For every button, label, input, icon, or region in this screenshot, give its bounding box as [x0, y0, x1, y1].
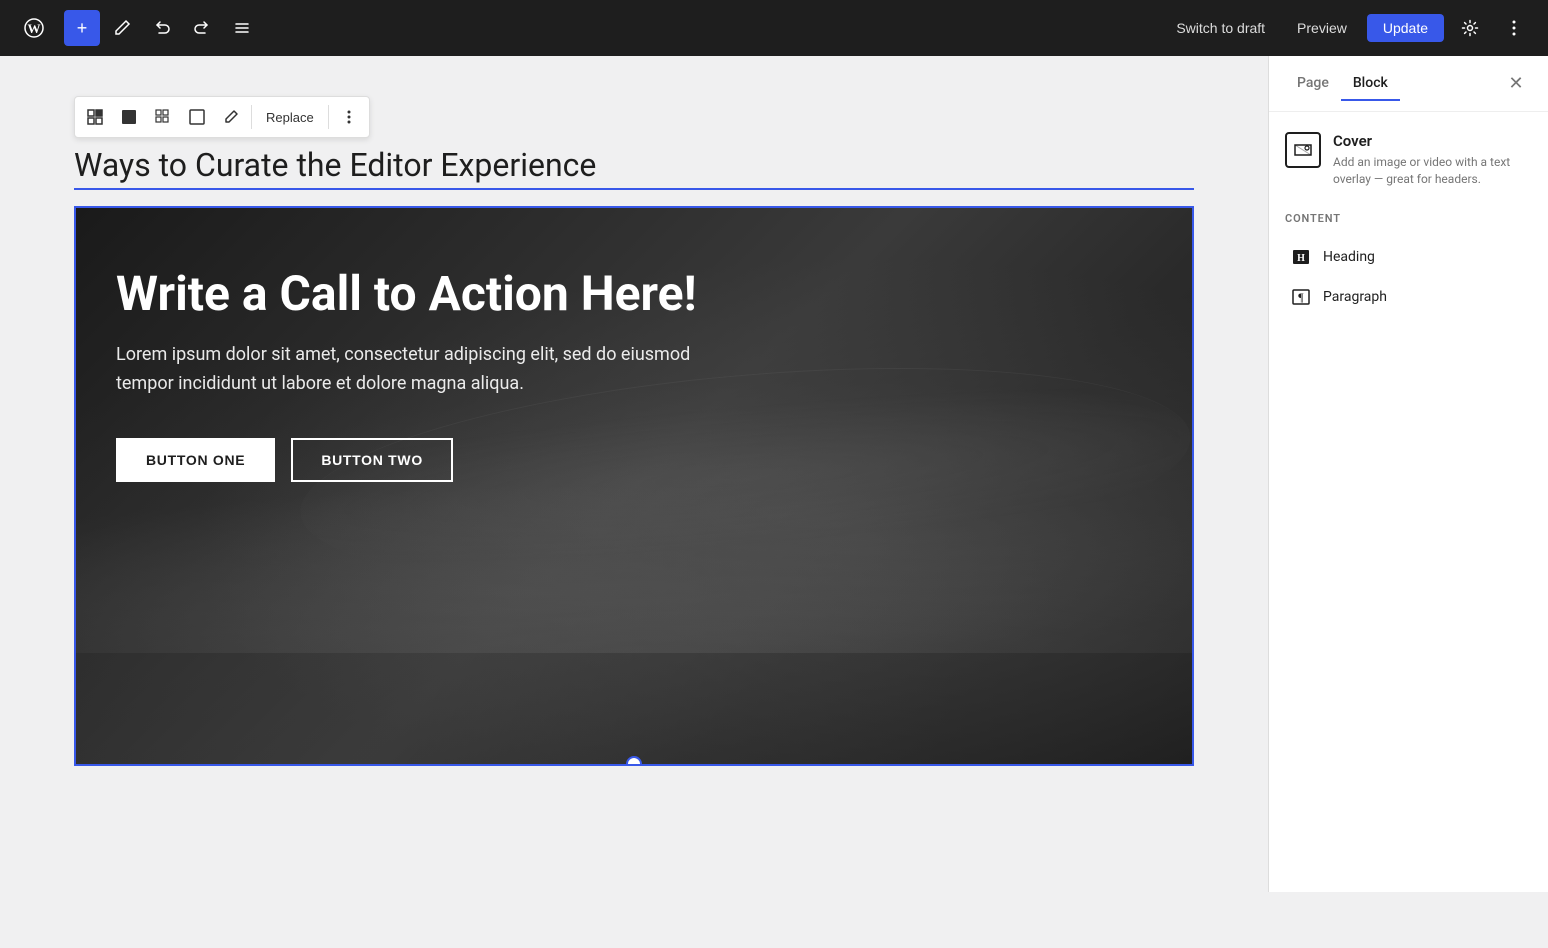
wp-logo[interactable]: W [16, 10, 52, 46]
preview-button[interactable]: Preview [1285, 14, 1359, 42]
panel-header: Page Block ✕ [1269, 56, 1548, 112]
toolbar-left: W + [16, 10, 260, 46]
block-info: Cover Add an image or video with a text … [1285, 132, 1532, 188]
cover-paragraph[interactable]: Lorem ipsum dolor sit amet, consectetur … [116, 341, 696, 399]
svg-text:W: W [28, 21, 41, 36]
add-block-button[interactable]: + [64, 10, 100, 46]
undo-button[interactable] [144, 10, 180, 46]
settings-button[interactable] [1452, 10, 1488, 46]
content-list-item-heading[interactable]: H Heading [1285, 237, 1532, 277]
cover-button-one[interactable]: BUTTON ONE [116, 438, 275, 482]
content-list-item-paragraph[interactable]: ¶ Paragraph [1285, 277, 1532, 317]
cover-content: Write a Call to Action Here! Lorem ipsum… [76, 208, 1192, 542]
replace-button[interactable]: Replace [256, 106, 324, 129]
panel-body: Cover Add an image or video with a text … [1269, 112, 1548, 892]
block-view-solid-button[interactable] [113, 101, 145, 133]
page-title[interactable]: Ways to Curate the Editor Experience [74, 146, 1194, 190]
paragraph-label: Paragraph [1323, 289, 1387, 305]
tab-block[interactable]: Block [1341, 67, 1400, 101]
block-info-description: Add an image or video with a text overla… [1333, 154, 1532, 188]
tab-page[interactable]: Page [1285, 67, 1341, 101]
cover-block[interactable]: Write a Call to Action Here! Lorem ipsum… [74, 206, 1194, 766]
block-view-grid-button[interactable] [147, 101, 179, 133]
paragraph-icon: ¶ [1289, 285, 1313, 309]
svg-text:H: H [1297, 253, 1305, 264]
heading-label: Heading [1323, 249, 1375, 265]
cover-block-icon [1285, 132, 1321, 168]
edit-mode-button[interactable] [104, 10, 140, 46]
switch-to-draft-button[interactable]: Switch to draft [1164, 14, 1277, 42]
list-view-button[interactable] [224, 10, 260, 46]
block-expand-button[interactable] [181, 101, 213, 133]
panel-close-button[interactable]: ✕ [1500, 68, 1532, 100]
main-area: Replace Ways to Curate the Editor Experi… [0, 56, 1548, 892]
content-list: H Heading ¶ Paragraph [1285, 237, 1532, 317]
cover-buttons: BUTTON ONE BUTTON TWO [116, 438, 1152, 482]
right-panel: Page Block ✕ Cover Add an image or video… [1268, 56, 1548, 892]
resize-handle[interactable] [626, 756, 642, 766]
content-section-title: Content [1285, 212, 1532, 225]
toolbar-right: Switch to draft Preview Update [1164, 10, 1532, 46]
editor-content: Replace Ways to Curate the Editor Experi… [34, 96, 1234, 766]
update-button[interactable]: Update [1367, 14, 1444, 42]
block-edit-button[interactable] [215, 101, 247, 133]
cover-button-two[interactable]: BUTTON TWO [291, 438, 453, 482]
svg-text:¶: ¶ [1298, 290, 1304, 304]
block-info-text: Cover Add an image or video with a text … [1333, 132, 1532, 188]
more-options-button[interactable] [1496, 10, 1532, 46]
editor-area: Replace Ways to Curate the Editor Experi… [0, 56, 1268, 892]
toolbar-separator [251, 105, 252, 129]
redo-button[interactable] [184, 10, 220, 46]
heading-icon: H [1289, 245, 1313, 269]
toolbar-separator-2 [328, 105, 329, 129]
top-toolbar: W + Sw [0, 0, 1548, 56]
cover-heading[interactable]: Write a Call to Action Here! [116, 268, 1152, 321]
block-type-button[interactable] [79, 101, 111, 133]
block-toolbar: Replace [74, 96, 370, 138]
more-block-options-button[interactable] [333, 101, 365, 133]
block-info-title: Cover [1333, 132, 1532, 150]
